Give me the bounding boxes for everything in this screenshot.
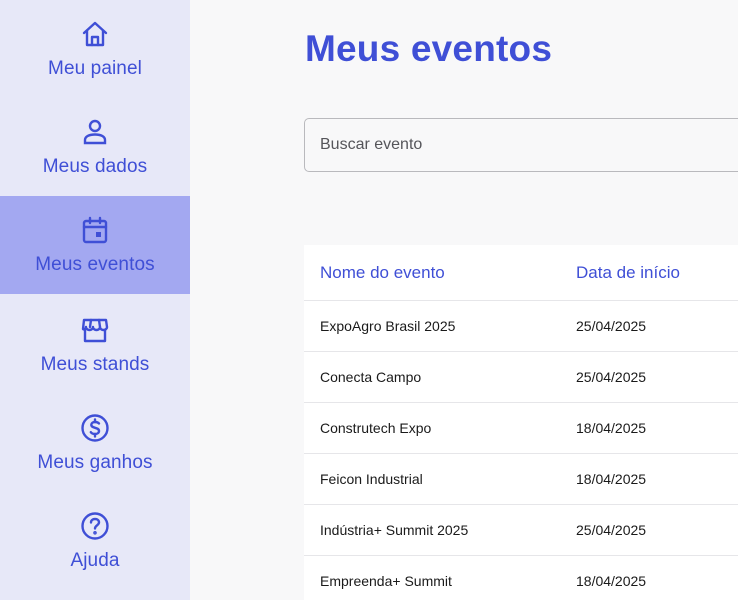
sidebar-item-meus-eventos[interactable]: Meus eventos xyxy=(0,196,190,294)
calendar-icon xyxy=(79,214,111,246)
event-name-cell: Empreenda+ Summit xyxy=(304,555,560,600)
event-date-cell: 18/04/2025 xyxy=(560,453,738,505)
search-input[interactable] xyxy=(304,118,738,172)
event-date-cell: 25/04/2025 xyxy=(560,351,738,403)
table-row[interactable]: Conecta Campo 25/04/2025 xyxy=(304,351,738,403)
sidebar-item-label: Meus dados xyxy=(42,156,148,177)
column-header-event-name[interactable]: Nome do evento xyxy=(304,245,560,301)
column-header-start-date[interactable]: Data de início xyxy=(560,245,738,301)
sidebar: Meu painel Meus dados Meus eventos Meus … xyxy=(0,0,190,600)
sidebar-item-label: Meus stands xyxy=(40,354,150,375)
event-date-cell: 18/04/2025 xyxy=(560,402,738,454)
table-row[interactable]: Empreenda+ Summit 18/04/2025 xyxy=(304,555,738,600)
table-row[interactable]: Construtech Expo 18/04/2025 xyxy=(304,402,738,454)
storefront-icon xyxy=(79,314,111,346)
sidebar-item-label: Meus ganhos xyxy=(37,452,153,473)
event-date-cell: 18/04/2025 xyxy=(560,555,738,600)
table-row[interactable]: Indústria+ Summit 2025 25/04/2025 xyxy=(304,504,738,556)
event-date-cell: 25/04/2025 xyxy=(560,504,738,556)
dollar-circle-icon xyxy=(79,412,111,444)
sidebar-item-label: Meus eventos xyxy=(35,254,155,275)
sidebar-item-meu-painel[interactable]: Meu painel xyxy=(0,18,190,116)
sidebar-item-meus-stands[interactable]: Meus stands xyxy=(0,314,190,412)
app-window: Meu painel Meus dados Meus eventos Meus … xyxy=(0,0,738,600)
event-name-cell: Feicon Industrial xyxy=(304,453,560,505)
sidebar-item-label: Ajuda xyxy=(70,550,120,571)
sidebar-item-meus-ganhos[interactable]: Meus ganhos xyxy=(0,412,190,510)
user-icon xyxy=(79,116,111,148)
event-name-cell: Construtech Expo xyxy=(304,402,560,454)
table-header-row: Nome do evento Data de início xyxy=(304,245,738,301)
table-row[interactable]: Feicon Industrial 18/04/2025 xyxy=(304,453,738,505)
home-icon xyxy=(79,18,111,50)
sidebar-item-ajuda[interactable]: Ajuda xyxy=(0,510,190,600)
events-table-card: Nome do evento Data de início ExpoAgro B… xyxy=(304,245,738,600)
help-circle-icon xyxy=(79,510,111,542)
table-row[interactable]: ExpoAgro Brasil 2025 25/04/2025 xyxy=(304,300,738,352)
sidebar-item-label: Meu painel xyxy=(48,58,142,79)
page-title: Meus eventos xyxy=(305,28,553,69)
events-table: Nome do evento Data de início ExpoAgro B… xyxy=(304,245,738,600)
main-content: Meus eventos Nome do evento Data de iníc… xyxy=(190,0,738,600)
event-name-cell: Indústria+ Summit 2025 xyxy=(304,504,560,556)
event-name-cell: Conecta Campo xyxy=(304,351,560,403)
event-date-cell: 25/04/2025 xyxy=(560,300,738,352)
event-name-cell: ExpoAgro Brasil 2025 xyxy=(304,300,560,352)
